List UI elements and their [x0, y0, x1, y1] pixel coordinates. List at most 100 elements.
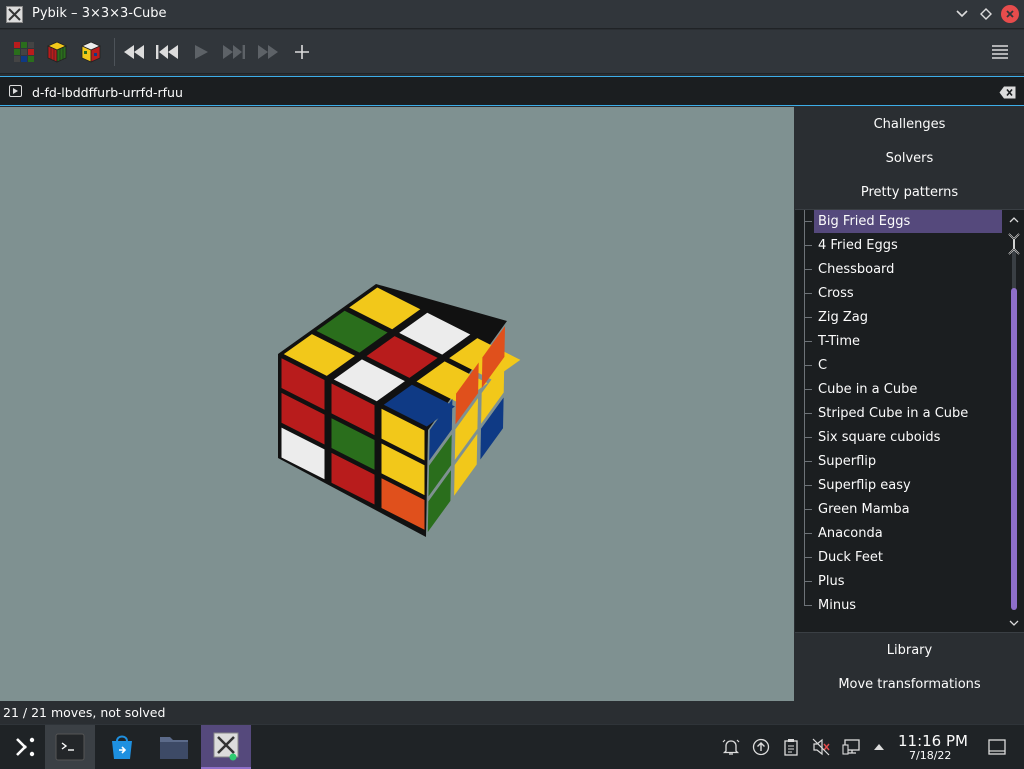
- moves-input[interactable]: [32, 82, 982, 102]
- list-item[interactable]: C: [804, 354, 1002, 377]
- chevron-down-icon: [956, 10, 968, 18]
- add-mark-button[interactable]: [289, 39, 315, 65]
- section-challenges[interactable]: Challenges: [795, 108, 1024, 140]
- task-files[interactable]: [149, 725, 199, 769]
- list-item-label: Cross: [818, 286, 854, 301]
- volume-muted-icon: [812, 738, 830, 756]
- section-library[interactable]: Library: [795, 634, 1024, 666]
- clock-time[interactable]: 11:16 PM: [898, 732, 968, 750]
- task-discover[interactable]: [97, 725, 147, 769]
- patterns-list[interactable]: Big Fried Eggs 4 Fried Eggs Chessboard C…: [795, 209, 1024, 633]
- play-button[interactable]: [188, 39, 214, 65]
- list-item-label: Minus: [818, 598, 857, 613]
- list-item-label: Zig Zag: [818, 310, 869, 325]
- list-item-label: Six square cuboids: [818, 430, 941, 445]
- minimize-button[interactable]: [953, 5, 971, 23]
- list-item-label: Chessboard: [818, 262, 895, 277]
- main-toolbar: [0, 30, 1024, 74]
- list-item[interactable]: Green Mamba: [804, 498, 1002, 521]
- clear-moves-button[interactable]: [999, 84, 1016, 99]
- section-solvers[interactable]: Solvers: [795, 142, 1024, 174]
- clock-date[interactable]: 7/18/22: [909, 749, 951, 762]
- status-text: 21 / 21 moves, not solved: [3, 705, 166, 720]
- scrollbar-thumb[interactable]: [1011, 288, 1017, 610]
- list-item[interactable]: 4 Fried Eggs: [804, 234, 1002, 257]
- list-item[interactable]: Minus: [804, 594, 1002, 617]
- list-item[interactable]: Superflip easy: [804, 474, 1002, 497]
- scroll-up-icon[interactable]: [1009, 216, 1019, 223]
- previous-icon: [156, 45, 178, 59]
- list-item-label: Superflip easy: [818, 478, 911, 493]
- rewind-button[interactable]: [121, 39, 147, 65]
- section-move-transformations[interactable]: Move transformations: [795, 668, 1024, 700]
- moves-edit-bar: [0, 76, 1024, 106]
- pybik-window: Pybik – 3×3×3-Cube d-fd-lbddffurb-urrfd-…: [0, 0, 1024, 724]
- next-button[interactable]: [221, 39, 247, 65]
- list-item[interactable]: Chessboard: [804, 258, 1002, 281]
- list-item-label: Superflip: [818, 454, 877, 469]
- list-item[interactable]: Superflip: [804, 450, 1002, 473]
- hamburger-menu-icon: [992, 45, 1008, 59]
- select-puzzle-button[interactable]: [78, 39, 104, 65]
- scroll-down-icon[interactable]: [1009, 620, 1019, 627]
- status-bar: 21 / 21 moves, not solved: [0, 702, 1024, 724]
- next-icon: [223, 45, 245, 59]
- list-item[interactable]: Striped Cube in a Cube: [804, 402, 1002, 425]
- terminal-icon: [55, 733, 85, 761]
- show-desktop-button[interactable]: [987, 737, 1007, 757]
- play-icon: [195, 45, 208, 59]
- task-pybik[interactable]: [201, 725, 251, 769]
- expand-tray-button[interactable]: [869, 737, 889, 757]
- close-icon: [1006, 10, 1014, 18]
- app-launcher-button[interactable]: [0, 725, 50, 769]
- close-button[interactable]: [1001, 5, 1019, 23]
- pybik-icon: [213, 732, 239, 761]
- add-mark-icon: [295, 45, 309, 59]
- updates-tray-button[interactable]: [751, 737, 771, 757]
- main-menu-button[interactable]: [987, 39, 1013, 65]
- title-bar[interactable]: Pybik – 3×3×3-Cube: [0, 0, 1024, 29]
- list-item-label: Plus: [818, 574, 845, 589]
- show-desktop-icon: [988, 739, 1006, 755]
- play-moves-icon[interactable]: [9, 85, 22, 97]
- diamond-icon: [980, 8, 992, 20]
- list-item[interactable]: Cube in a Cube: [804, 378, 1002, 401]
- list-item[interactable]: Six square cuboids: [804, 426, 1002, 449]
- list-item[interactable]: Anaconda: [804, 522, 1002, 545]
- taskbar: 11:16 PM 7/18/22: [0, 724, 1024, 769]
- rubiks-cube[interactable]: [0, 107, 794, 701]
- list-item[interactable]: Big Fried Eggs: [804, 210, 1002, 233]
- keep-above-button[interactable]: [977, 5, 995, 23]
- section-pretty-patterns[interactable]: Pretty patterns: [795, 176, 1024, 208]
- list-item-label: Duck Feet: [818, 550, 883, 565]
- list-item[interactable]: T-Time: [804, 330, 1002, 353]
- patterns-scrollbar[interactable]: [1005, 210, 1024, 634]
- sidebar: Challenges Solvers Pretty patterns Big F…: [795, 107, 1024, 701]
- list-item-label: Cube in a Cube: [818, 382, 918, 397]
- notifications-tray-button[interactable]: [721, 737, 741, 757]
- select-puzzle-icon: [81, 41, 101, 63]
- pybik-app-icon: [6, 6, 23, 23]
- forward-icon: [258, 45, 278, 59]
- network-tray-button[interactable]: [841, 737, 861, 757]
- list-item[interactable]: Cross: [804, 282, 1002, 305]
- files-icon: [160, 737, 188, 759]
- clipboard-icon: [784, 739, 798, 756]
- list-item[interactable]: Duck Feet: [804, 546, 1002, 569]
- volume-tray-button[interactable]: [811, 737, 831, 757]
- discover-icon: [112, 735, 132, 759]
- new-random-cube-button[interactable]: [11, 39, 37, 65]
- list-item[interactable]: Plus: [804, 570, 1002, 593]
- new-solved-cube-button[interactable]: [44, 39, 70, 65]
- clear-text-icon: [999, 86, 1016, 99]
- list-item[interactable]: Zig Zag: [804, 306, 1002, 329]
- clipboard-tray-button[interactable]: [781, 737, 801, 757]
- new-solved-cube-icon: [47, 41, 67, 63]
- previous-button[interactable]: [154, 39, 180, 65]
- task-terminal[interactable]: [45, 725, 95, 769]
- expand-tray-icon: [874, 744, 884, 750]
- list-item-label: Green Mamba: [818, 502, 910, 517]
- forward-button[interactable]: [255, 39, 281, 65]
- network-icon: [842, 739, 860, 755]
- cube-3d-view[interactable]: [0, 107, 794, 701]
